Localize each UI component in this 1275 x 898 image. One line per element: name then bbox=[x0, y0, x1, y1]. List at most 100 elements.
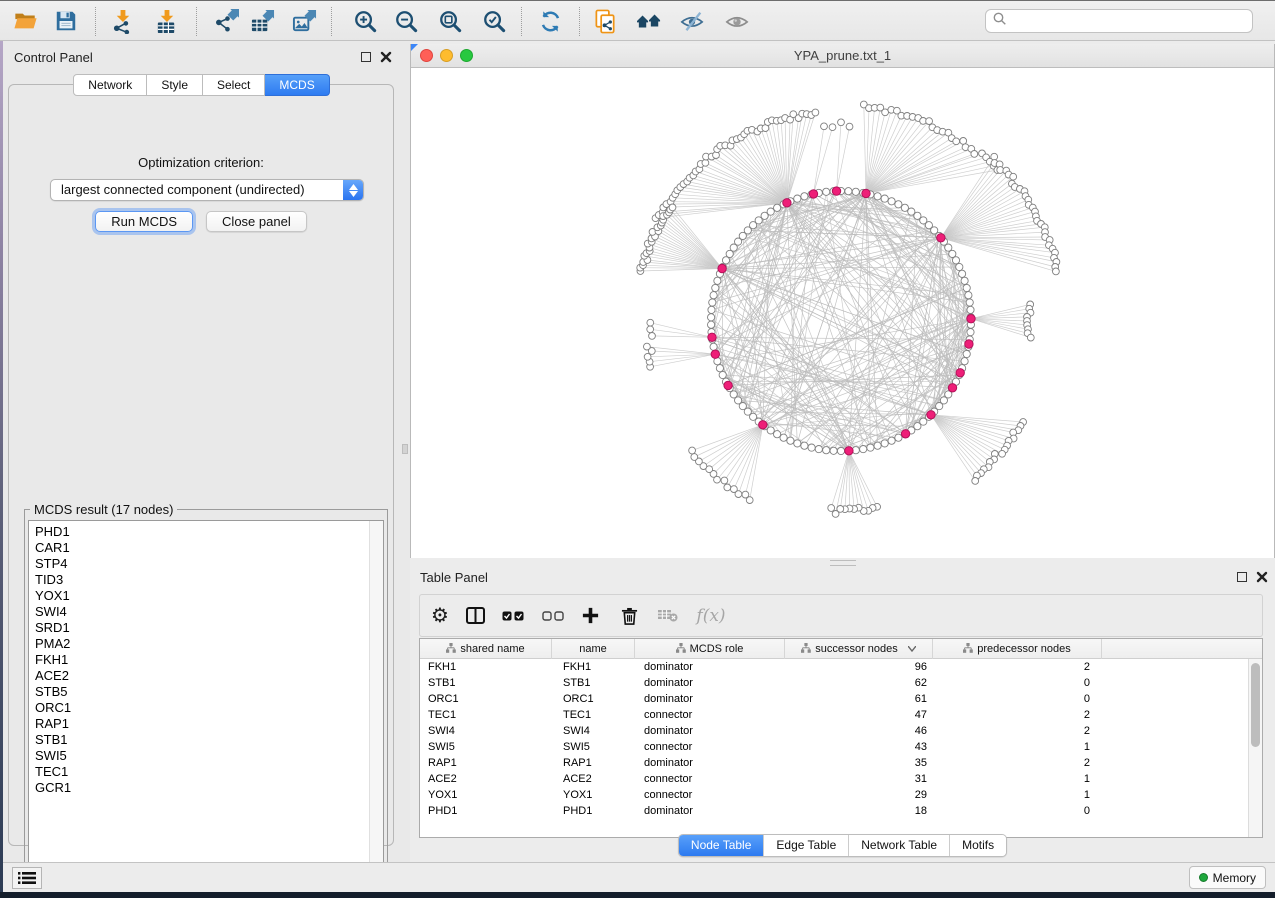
network-node[interactable] bbox=[837, 447, 844, 454]
network-node[interactable] bbox=[881, 440, 888, 447]
network-leaf-node[interactable] bbox=[971, 151, 978, 158]
network-leaf-node[interactable] bbox=[1010, 173, 1017, 180]
table-row[interactable]: TEC1TEC1connector472 bbox=[420, 707, 1249, 723]
optimization-criterion-dropdown[interactable]: largest connected component (undirected) bbox=[50, 179, 364, 201]
memory-button[interactable]: Memory bbox=[1189, 866, 1266, 889]
mcds-result-item[interactable]: CAR1 bbox=[29, 540, 383, 556]
mcds-hub-node[interactable] bbox=[901, 430, 909, 438]
mcds-result-item[interactable]: ACE2 bbox=[29, 668, 383, 684]
column-header-shared-name[interactable]: shared name bbox=[420, 639, 552, 659]
column-header-predecessor-nodes[interactable]: predecessor nodes bbox=[933, 639, 1102, 659]
network-node[interactable] bbox=[965, 292, 972, 299]
network-node[interactable] bbox=[949, 250, 956, 257]
export-network-icon[interactable] bbox=[213, 8, 239, 34]
column-layout-icon[interactable] bbox=[464, 595, 486, 636]
network-leaf-node[interactable] bbox=[689, 447, 696, 454]
network-node[interactable] bbox=[852, 188, 859, 195]
network-leaf-node[interactable] bbox=[731, 486, 738, 493]
network-node[interactable] bbox=[967, 329, 974, 336]
table-row[interactable]: PHD1PHD1dominator180 bbox=[420, 803, 1249, 819]
network-node[interactable] bbox=[823, 188, 830, 195]
network-leaf-node[interactable] bbox=[821, 123, 828, 130]
mcds-hub-node[interactable] bbox=[956, 369, 964, 377]
zoom-selected-icon[interactable] bbox=[481, 8, 507, 34]
mcds-result-item[interactable]: SRD1 bbox=[29, 620, 383, 636]
import-table-icon[interactable] bbox=[153, 8, 179, 34]
refresh-layout-icon[interactable] bbox=[537, 8, 563, 34]
splitter-grip[interactable] bbox=[402, 444, 408, 454]
network-node[interactable] bbox=[963, 350, 970, 357]
network-leaf-node[interactable] bbox=[742, 491, 749, 498]
network-node[interactable] bbox=[708, 321, 715, 328]
task-history-button[interactable] bbox=[12, 867, 42, 889]
zoom-out-icon[interactable] bbox=[393, 8, 419, 34]
network-node[interactable] bbox=[961, 277, 968, 284]
network-leaf-node[interactable] bbox=[832, 511, 839, 518]
export-image-icon[interactable] bbox=[291, 8, 317, 34]
mcds-result-item[interactable]: SWI4 bbox=[29, 604, 383, 620]
network-leaf-node[interactable] bbox=[926, 118, 933, 125]
mcds-result-item[interactable]: PMA2 bbox=[29, 636, 383, 652]
close-panel-icon[interactable] bbox=[1256, 571, 1268, 583]
tab-node-table[interactable]: Node Table bbox=[679, 835, 764, 856]
network-node[interactable] bbox=[895, 201, 902, 208]
column-header-MCDS-role[interactable]: MCDS role bbox=[635, 639, 785, 659]
run-mcds-button[interactable]: Run MCDS bbox=[95, 211, 193, 232]
network-leaf-node[interactable] bbox=[691, 454, 698, 461]
network-node[interactable] bbox=[815, 446, 822, 453]
network-node[interactable] bbox=[716, 365, 723, 372]
tab-motifs[interactable]: Motifs bbox=[949, 835, 1006, 856]
tab-style[interactable]: Style bbox=[147, 74, 203, 96]
network-leaf-node[interactable] bbox=[812, 109, 819, 116]
network-node[interactable] bbox=[888, 198, 895, 205]
mcds-hub-node[interactable] bbox=[783, 199, 791, 207]
network-node[interactable] bbox=[901, 204, 908, 211]
mcds-hub-node[interactable] bbox=[948, 384, 956, 392]
hide-graphics-details-icon[interactable] bbox=[679, 8, 705, 34]
mcds-result-item[interactable]: YOX1 bbox=[29, 588, 383, 604]
network-node[interactable] bbox=[959, 270, 966, 277]
tab-mcds[interactable]: MCDS bbox=[265, 74, 329, 96]
network-node[interactable] bbox=[794, 195, 801, 202]
network-node[interactable] bbox=[867, 444, 874, 451]
save-session-icon[interactable] bbox=[53, 8, 79, 34]
horizontal-splitter[interactable] bbox=[410, 558, 1275, 566]
network-node[interactable] bbox=[956, 263, 963, 270]
network-node[interactable] bbox=[860, 446, 867, 453]
add-row-icon[interactable] bbox=[580, 595, 600, 636]
vertical-splitter[interactable] bbox=[400, 41, 410, 862]
mcds-hub-node[interactable] bbox=[711, 350, 719, 358]
network-node[interactable] bbox=[961, 358, 968, 365]
network-node[interactable] bbox=[823, 447, 830, 454]
network-node[interactable] bbox=[874, 193, 881, 200]
table-row[interactable]: RAP1RAP1dominator352 bbox=[420, 755, 1249, 771]
share-document-icon[interactable] bbox=[592, 8, 618, 34]
network-node[interactable] bbox=[874, 442, 881, 449]
network-node[interactable] bbox=[710, 343, 717, 350]
column-header-name[interactable]: name bbox=[552, 639, 635, 659]
search-field[interactable] bbox=[985, 9, 1253, 33]
float-panel-icon[interactable] bbox=[361, 52, 371, 62]
network-node[interactable] bbox=[726, 250, 733, 257]
mcds-hub-node[interactable] bbox=[809, 190, 817, 198]
mcds-result-item[interactable]: STB5 bbox=[29, 684, 383, 700]
delete-row-icon[interactable] bbox=[619, 595, 639, 636]
network-node[interactable] bbox=[808, 444, 815, 451]
zoom-fit-icon[interactable] bbox=[437, 8, 463, 34]
open-session-icon[interactable] bbox=[12, 8, 38, 34]
table-row[interactable]: FKH1FKH1dominator962 bbox=[420, 659, 1249, 675]
network-leaf-node[interactable] bbox=[1053, 268, 1060, 275]
search-input[interactable] bbox=[1008, 11, 1252, 31]
tab-network[interactable]: Network bbox=[73, 74, 147, 96]
network-leaf-node[interactable] bbox=[991, 153, 998, 160]
network-node[interactable] bbox=[708, 314, 715, 321]
mcds-list-scrollbar[interactable] bbox=[369, 521, 383, 877]
mcds-hub-node[interactable] bbox=[759, 421, 767, 429]
select-all-icon[interactable] bbox=[501, 595, 525, 636]
settings-gear-icon[interactable]: ⚙ bbox=[429, 595, 451, 636]
mcds-hub-node[interactable] bbox=[708, 333, 716, 341]
table-row[interactable]: ORC1ORC1dominator610 bbox=[420, 691, 1249, 707]
mcds-result-item[interactable]: ORC1 bbox=[29, 700, 383, 716]
mcds-result-item[interactable]: TID3 bbox=[29, 572, 383, 588]
mcds-result-list[interactable]: PHD1CAR1STP4TID3YOX1SWI4SRD1PMA2FKH1ACE2… bbox=[28, 520, 384, 878]
